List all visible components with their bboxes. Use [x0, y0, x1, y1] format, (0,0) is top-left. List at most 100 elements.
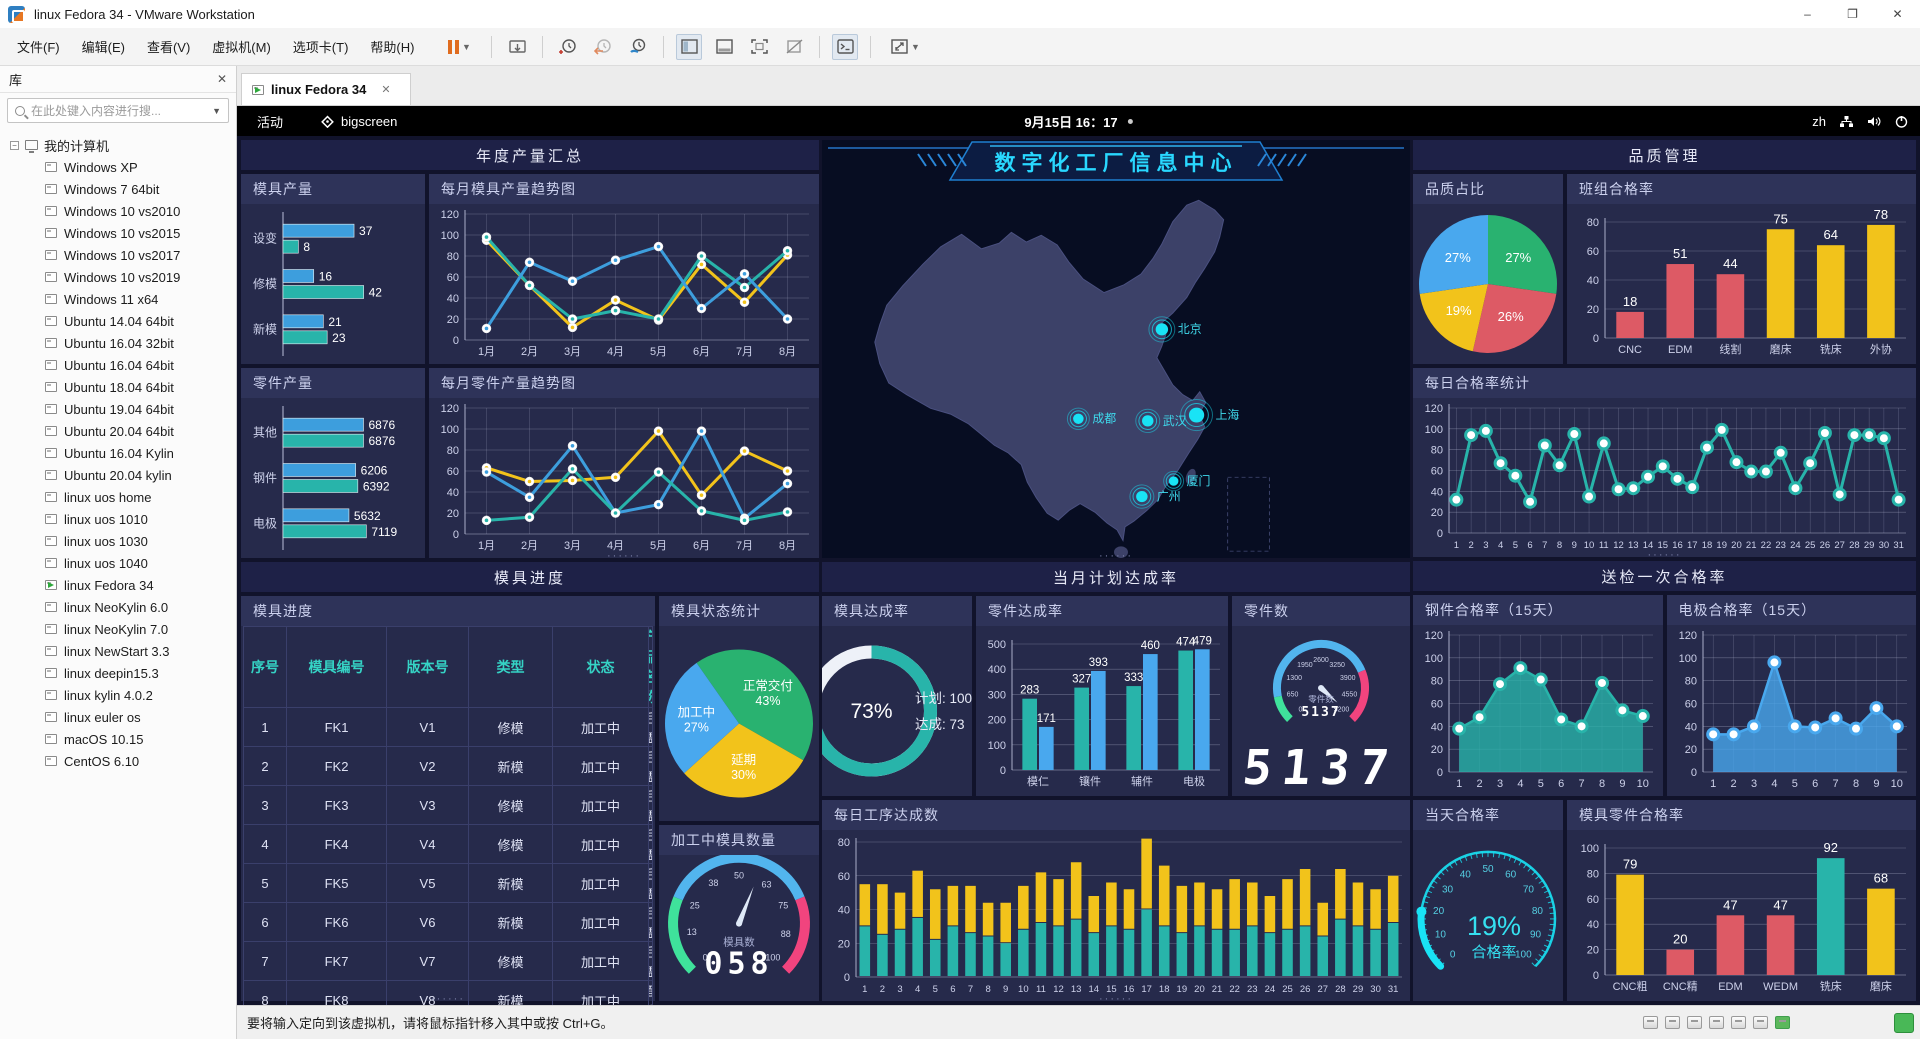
sidebar-item-windows-7-64bit[interactable]: Windows 7 64bit — [0, 178, 236, 200]
sidebar-item-ubuntu-20-04-64bit[interactable]: Ubuntu 20.04 64bit — [0, 420, 236, 442]
sound-icon[interactable] — [1753, 1016, 1768, 1029]
sidebar-item-ubuntu-14-04-64bit[interactable]: Ubuntu 14.04 64bit — [0, 310, 236, 332]
svg-text:20: 20 — [1194, 984, 1205, 995]
sidebar-item-windows-xp[interactable]: Windows XP — [0, 156, 236, 178]
chart-svg: 013253850637588100模具数058 — [659, 855, 819, 1001]
vmware-tools-icon[interactable] — [1775, 1016, 1790, 1029]
vm-icon — [45, 360, 57, 370]
svg-text:8: 8 — [1557, 540, 1562, 551]
menu-item[interactable]: 文件(F) — [6, 33, 71, 62]
chart-svg: 0204060801001201月2月3月4月5月6月7月8月 — [429, 204, 819, 364]
cd-rom-icon[interactable] — [1687, 1016, 1702, 1029]
sidebar-item-linux-newstart-3-3[interactable]: linux NewStart 3.3 — [0, 640, 236, 662]
network-adapter-icon[interactable] — [1709, 1016, 1724, 1029]
library-close-icon[interactable]: ✕ — [217, 72, 227, 86]
search-input[interactable]: 在此处键入内容进行搜... ▼ — [7, 98, 229, 123]
sidebar-item-linux-uos-1040[interactable]: linux uos 1040 — [0, 552, 236, 574]
sidebar-item-linux-uos-1010[interactable]: linux uos 1010 — [0, 508, 236, 530]
svg-text:3: 3 — [1483, 540, 1488, 551]
take-snapshot-icon[interactable] — [555, 34, 581, 60]
usb-icon[interactable] — [1731, 1016, 1746, 1029]
svg-text:20: 20 — [1587, 945, 1599, 957]
svg-text:4月: 4月 — [607, 346, 624, 358]
svg-text:电极: 电极 — [1183, 774, 1205, 788]
menu-item[interactable]: 帮助(H) — [359, 33, 425, 62]
svg-text:1月: 1月 — [478, 346, 495, 358]
power-icon[interactable] — [1895, 115, 1908, 128]
vm-icon — [45, 184, 57, 194]
exit-fullscreen-icon[interactable] — [781, 34, 807, 60]
svg-text:29: 29 — [1353, 984, 1364, 995]
svg-text:75: 75 — [778, 900, 788, 910]
svg-text:60: 60 — [838, 871, 850, 883]
maximize-button[interactable]: ❐ — [1830, 0, 1875, 28]
svg-text:171: 171 — [1037, 713, 1056, 725]
svg-text:1: 1 — [1454, 540, 1459, 551]
sidebar-item-windows-10-vs2019[interactable]: Windows 10 vs2019 — [0, 266, 236, 288]
sidebar-item-windows-10-vs2015[interactable]: Windows 10 vs2015 — [0, 222, 236, 244]
input-language[interactable]: zh — [1812, 114, 1826, 129]
snapshot-manager-icon[interactable] — [625, 34, 651, 60]
vmware-tray-icon[interactable] — [1894, 1013, 1914, 1033]
clock[interactable]: 9月15日 16：17 — [1024, 112, 1132, 131]
svg-text:43%: 43% — [755, 694, 780, 708]
part-trend-chart: 0204060801001201月2月3月4月5月6月7月8月 — [429, 398, 819, 558]
network-icon[interactable] — [1839, 115, 1854, 128]
sidebar-item-ubuntu-19-04-64bit[interactable]: Ubuntu 19.04 64bit — [0, 398, 236, 420]
message-log-icon[interactable] — [1643, 1016, 1658, 1029]
sidebar-item-windows-10-vs2017[interactable]: Windows 10 vs2017 — [0, 244, 236, 266]
city-marker-厦门[interactable]: 厦门 — [1164, 471, 1211, 490]
svg-text:4: 4 — [1517, 778, 1523, 790]
svg-text:延期: 延期 — [731, 753, 756, 767]
revert-snapshot-icon[interactable] — [590, 34, 616, 60]
panel-title: 模具达成率 — [822, 596, 972, 626]
collapse-icon[interactable]: − — [10, 141, 19, 150]
vm-icon — [45, 624, 57, 634]
svg-text:80: 80 — [1431, 676, 1443, 688]
close-button[interactable]: ✕ — [1875, 0, 1920, 28]
menu-item[interactable]: 选项卡(T) — [282, 33, 360, 62]
pause-vm-button[interactable]: ▼ — [439, 34, 479, 60]
sidebar-item-macos-10-15[interactable]: macOS 10.15 — [0, 728, 236, 750]
search-dropdown-icon[interactable]: ▼ — [212, 106, 221, 116]
activities-button[interactable]: 活动 — [249, 112, 291, 131]
tree-root-my-computer[interactable]: − 我的计算机 — [0, 134, 236, 156]
sidebar-item-linux-deepin15-3[interactable]: linux deepin15.3 — [0, 662, 236, 684]
focused-app[interactable]: bigscreen — [321, 114, 397, 129]
open-terminal-icon[interactable] — [832, 34, 858, 60]
sidebar-item-linux-uos-home[interactable]: linux uos home — [0, 486, 236, 508]
sidebar-item-linux-neokylin-7-0[interactable]: linux NeoKylin 7.0 — [0, 618, 236, 640]
sidebar-item-linux-euler-os[interactable]: linux euler os — [0, 706, 236, 728]
menu-item[interactable]: 虚拟机(M) — [201, 33, 282, 62]
enter-fullscreen-icon[interactable] — [746, 34, 772, 60]
section-annual-output: 年度产量汇总 — [241, 140, 819, 170]
sidebar-item-ubuntu-16-04-64bit[interactable]: Ubuntu 16.04 64bit — [0, 354, 236, 376]
hard-disk-icon[interactable] — [1665, 1016, 1680, 1029]
svg-text:79: 79 — [1623, 857, 1637, 872]
sidebar-item-ubuntu-16-04-kylin[interactable]: Ubuntu 16.04 Kylin — [0, 442, 236, 464]
send-ctrl-alt-del-icon[interactable] — [504, 34, 530, 60]
sidebar-item-linux-fedora-34[interactable]: linux Fedora 34 — [0, 574, 236, 596]
sidebar-item-windows-10-vs2010[interactable]: Windows 10 vs2010 — [0, 200, 236, 222]
menu-item[interactable]: 查看(V) — [136, 33, 201, 62]
sidebar-item-linux-neokylin-6-0[interactable]: linux NeoKylin 6.0 — [0, 596, 236, 618]
sidebar-item-ubuntu-20-04-kylin[interactable]: Ubuntu 20.04 kylin — [0, 464, 236, 486]
sidebar-item-ubuntu-18-04-64bit[interactable]: Ubuntu 18.04 64bit — [0, 376, 236, 398]
sidebar-item-windows-11-x64[interactable]: Windows 11 x64 — [0, 288, 236, 310]
tab-linux-fedora-34[interactable]: linux Fedora 34 ✕ — [241, 73, 411, 105]
fit-guest-icon[interactable]: ▼ — [883, 34, 927, 60]
chart-svg: 010203040506070809010019%合格率 — [1413, 830, 1563, 1001]
show-thumbnail-bar-icon[interactable] — [711, 34, 737, 60]
show-library-icon[interactable] — [676, 34, 702, 60]
sidebar-item-ubuntu-16-04-32bit[interactable]: Ubuntu 16.04 32bit — [0, 332, 236, 354]
sidebar-item-linux-kylin-4-0-2[interactable]: linux kylin 4.0.2 — [0, 684, 236, 706]
tab-close-icon[interactable]: ✕ — [381, 83, 390, 96]
svg-text:4: 4 — [915, 984, 920, 995]
volume-icon[interactable] — [1867, 115, 1882, 128]
menu-item[interactable]: 编辑(E) — [71, 33, 136, 62]
panel-title: 模具状态统计 — [659, 596, 819, 626]
sidebar-item-linux-uos-1030[interactable]: linux uos 1030 — [0, 530, 236, 552]
svg-text:40: 40 — [1684, 721, 1696, 733]
minimize-button[interactable]: – — [1785, 0, 1830, 28]
sidebar-item-centos-6-10[interactable]: CentOS 6.10 — [0, 750, 236, 772]
